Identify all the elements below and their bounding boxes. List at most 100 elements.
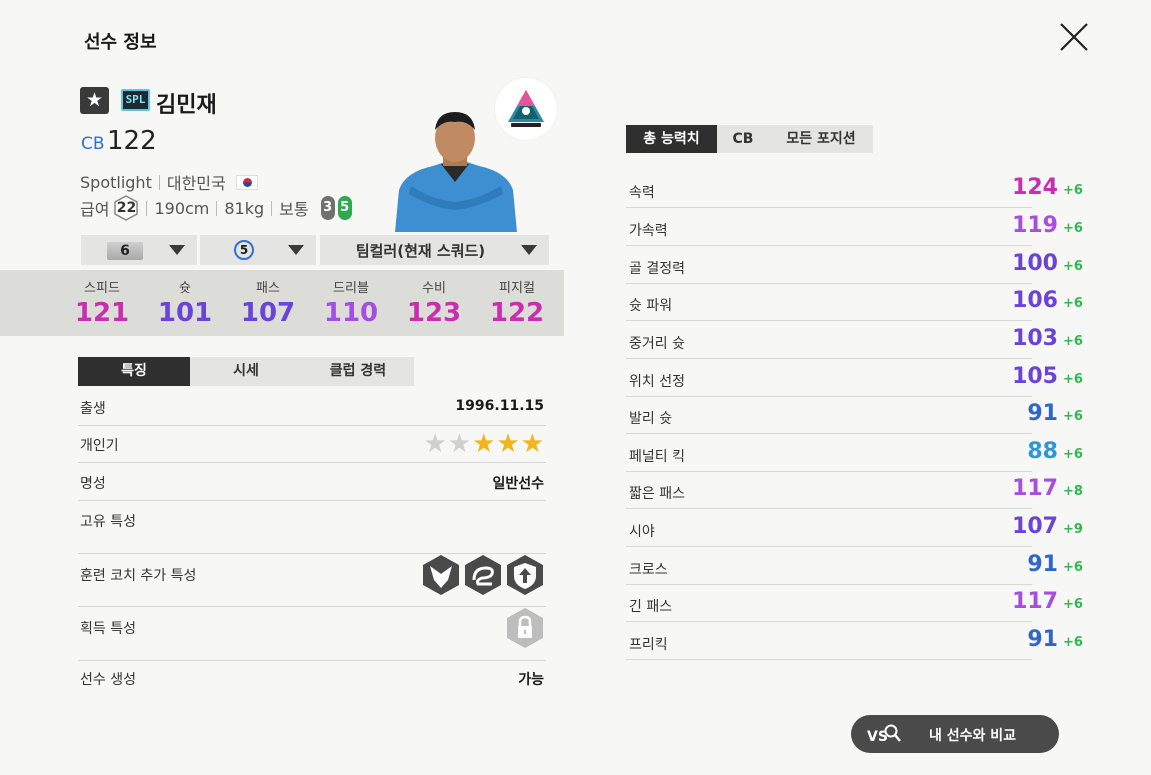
- close-icon[interactable]: [1057, 20, 1091, 54]
- info-row-unique-traits: 고유 특성: [78, 511, 546, 554]
- list-item: 골 결정력 100 +6: [626, 246, 1083, 284]
- ability-value: 91: [1027, 552, 1058, 577]
- ability-label: 가속력: [629, 223, 668, 239]
- stat-value: 101: [157, 298, 213, 328]
- player-overall: 122: [107, 126, 157, 156]
- birth-label: 출생: [80, 401, 106, 417]
- ability-bonus: +6: [1063, 183, 1083, 198]
- trait-snake-icon[interactable]: [464, 554, 502, 596]
- create-value: 가능: [518, 672, 544, 688]
- stat-physical: 피지컬 122: [477, 277, 557, 328]
- list-item: 페널티 킥 88 +6: [626, 434, 1083, 472]
- stat-passing: 패스 107: [228, 277, 308, 328]
- list-item: 긴 패스 117 +6: [626, 584, 1083, 622]
- skill-stars: ★ ★ ★ ★ ★: [422, 431, 544, 457]
- trait-shield-up-icon[interactable]: [506, 554, 544, 596]
- player-physical-info: 급여 22 190cm 81kg 보통 3 5: [80, 195, 352, 221]
- stat-value: 123: [406, 298, 462, 328]
- info-tabs: 특징 시세 클럽 경력: [78, 357, 414, 386]
- list-item: 크로스 91 +6: [626, 547, 1083, 585]
- upgrade-level-dropdown[interactable]: 6: [81, 235, 197, 265]
- star-filled-icon: ★: [472, 429, 496, 459]
- info-row-fame: 명성 일반선수: [78, 473, 546, 501]
- ability-value: 119: [1012, 213, 1058, 238]
- tab-club-history[interactable]: 클럽 경력: [302, 357, 414, 386]
- info-row-create: 선수 생성 가능: [78, 669, 546, 697]
- favorite-star-icon[interactable]: ★: [80, 87, 109, 114]
- ability-label: 골 결정력: [629, 261, 685, 277]
- ability-value: 117: [1012, 589, 1058, 614]
- birth-value: 1996.11.15: [455, 398, 544, 414]
- ability-label: 위치 선정: [629, 374, 685, 390]
- ability-value: 100: [1012, 251, 1058, 276]
- lock-icon: [507, 608, 543, 648]
- ability-bonus: +6: [1063, 409, 1083, 424]
- ability-value: 106: [1012, 288, 1058, 313]
- stat-speed: 스피드 121: [62, 277, 142, 328]
- pay-value: 22: [116, 200, 137, 216]
- coach-traits-label: 훈련 코치 추가 특성: [80, 568, 197, 584]
- ability-bonus: +6: [1063, 221, 1083, 236]
- ability-label: 프리킥: [629, 637, 668, 653]
- tab-cb[interactable]: CB: [717, 125, 769, 153]
- info-row-skill: 개인기 ★ ★ ★ ★ ★: [78, 431, 546, 463]
- season-badge: SPL: [121, 89, 150, 111]
- pay-badge: 22: [113, 195, 139, 221]
- star-filled-icon: ★: [496, 429, 520, 459]
- season-name: Spotlight: [80, 172, 152, 192]
- divider: [146, 200, 148, 216]
- stat-dribbling: 드리블 110: [311, 277, 391, 328]
- info-row-birth: 출생 1996.11.15: [78, 398, 546, 426]
- ability-bonus: +9: [1063, 522, 1083, 537]
- ability-value: 88: [1027, 439, 1058, 464]
- tab-all-positions[interactable]: 모든 포지션: [769, 125, 873, 153]
- acquired-traits-label: 획득 특성: [80, 621, 136, 637]
- stat-value: 107: [240, 298, 296, 328]
- stat-label: 수비: [422, 281, 446, 296]
- ability-label: 속력: [629, 185, 655, 201]
- chevron-down-icon: [521, 245, 537, 255]
- team-color-dropdown[interactable]: 팀컬러(현재 스쿼드): [320, 235, 549, 265]
- team-color-value: 팀컬러(현재 스쿼드): [355, 241, 486, 260]
- stat-value: 110: [323, 298, 379, 328]
- create-label: 선수 생성: [80, 672, 136, 688]
- list-item: 시야 107 +9: [626, 509, 1083, 547]
- trait-defender-icon[interactable]: [422, 554, 460, 596]
- tab-traits[interactable]: 특징: [78, 357, 190, 386]
- body-type: 보통: [279, 200, 309, 219]
- skill-label: 개인기: [80, 438, 119, 454]
- team-color-level-dropdown[interactable]: 5: [200, 235, 316, 265]
- upgrade-level-chip: 6: [107, 241, 143, 260]
- ability-bonus: +6: [1063, 372, 1083, 387]
- ability-bonus: +6: [1063, 597, 1083, 612]
- ability-label: 시야: [629, 524, 655, 540]
- nation-flag-icon: [235, 174, 258, 190]
- ability-value: 91: [1027, 627, 1058, 652]
- page-title: 선수 정보: [84, 32, 157, 53]
- ability-tabs: 총 능력치 CB 모든 포지션: [626, 125, 873, 153]
- divider: [158, 174, 160, 190]
- list-item: 가속력 119 +6: [626, 208, 1083, 246]
- ability-bonus: +6: [1063, 259, 1083, 274]
- list-item: 발리 슛 91 +6: [626, 396, 1083, 434]
- player-name: 김민재: [156, 93, 217, 118]
- ability-value: 117: [1012, 476, 1058, 501]
- player-position: CB: [81, 134, 105, 154]
- weak-foot-badge: 3: [320, 196, 335, 220]
- height-value: 190cm: [154, 198, 210, 218]
- list-item: 위치 선정 105 +6: [626, 359, 1083, 397]
- compare-button[interactable]: VS 내 선수와 비교: [851, 715, 1059, 753]
- ability-value: 105: [1012, 364, 1058, 389]
- tab-price[interactable]: 시세: [190, 357, 302, 386]
- ability-value: 107: [1012, 514, 1058, 539]
- stat-label: 스피드: [84, 281, 120, 296]
- info-row-acquired-traits: 획득 특성: [78, 608, 546, 661]
- ability-value: 91: [1027, 401, 1058, 426]
- list-item: 슛 파워 106 +6: [626, 283, 1083, 321]
- stat-value: 122: [489, 298, 545, 328]
- ability-bonus: +6: [1063, 447, 1083, 462]
- tab-total-ability[interactable]: 총 능력치: [626, 125, 717, 153]
- stat-value: 121: [74, 298, 130, 328]
- fame-label: 명성: [80, 476, 106, 492]
- list-item: 중거리 슛 103 +6: [626, 321, 1083, 359]
